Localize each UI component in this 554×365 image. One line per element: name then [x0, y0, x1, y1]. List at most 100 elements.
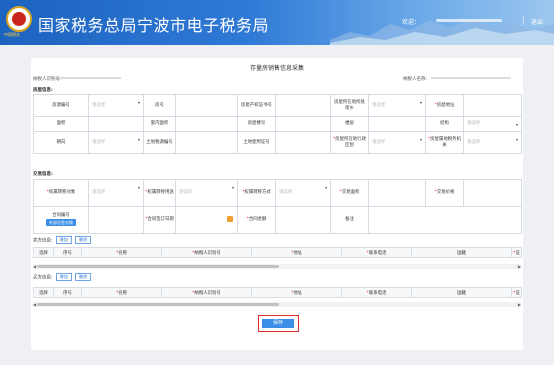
seller-delete-button[interactable]: 删除 [74, 236, 92, 244]
save-button[interactable]: 保存 [262, 319, 294, 328]
scroll-left-icon[interactable]: ◀ [33, 264, 36, 269]
buyer-scrollbar[interactable]: ◀ ▶ [33, 302, 521, 307]
transfer-object-select[interactable]: 请选择 ▾ [88, 179, 144, 207]
district-select[interactable]: 请选择 ▾ [368, 131, 426, 154]
transaction-row-1: *权属转移对象 请选择 ▾ *权属转移用途 请选择 ▾ *权属转移方式 请选择 ▾ *… [33, 179, 522, 207]
inner-area-input[interactable] [175, 116, 238, 132]
buyer-delete-button[interactable]: 删除 [74, 273, 92, 281]
buyer-col-address: *地址 [251, 287, 342, 298]
header-separator: | [522, 16, 525, 24]
seller-col-select: 选择 [33, 247, 54, 258]
seller-col-index: 序号 [53, 247, 82, 258]
house-address-input[interactable] [463, 94, 522, 117]
remark-input[interactable] [368, 206, 522, 234]
building-no-label: 房屋楼号 [237, 116, 276, 132]
buyer-col-select: 选择 [33, 287, 54, 298]
orientation-label: 朝向 [33, 131, 89, 154]
property-cert-input[interactable] [275, 94, 331, 117]
page-title: 存量房销售信息采集 [249, 65, 304, 72]
land-cert-input[interactable] [275, 131, 331, 154]
buyer-bar: 买方信息: 增加 删除 [33, 273, 92, 281]
house-row-1: 房源编号 请选择 ▾ 房号 房屋产权证书号 房屋所在地所处街乡 请选择 ▾ *房屋地… [33, 94, 522, 117]
land-source-label: 土地税源编号 [143, 131, 176, 154]
house-no-select[interactable]: 请选择 ▾ [88, 94, 144, 117]
seller-col-address: *地址 [251, 247, 342, 258]
chevron-down-icon: ▾ [137, 100, 140, 105]
house-row-3: 朝向 请选择 ▾ 土地税源编号 土地使用证号 *房屋所在地行政区划 请选择 ▾ *房… [33, 131, 522, 154]
seller-title: 卖方信息: [33, 238, 53, 244]
house-row-2: 面积 套内面积 房屋楼号 楼层 结构 请选择 ▾ [33, 116, 522, 132]
tax-emblem-icon [6, 6, 32, 32]
house-address-label: *房屋地址 [425, 94, 464, 117]
site-title: 国家税务总局宁波市电子税务局 [38, 16, 270, 35]
house-info-table: 房源编号 请选择 ▾ 房号 房屋产权证书号 房屋所在地所处街乡 请选择 ▾ *房屋地… [33, 94, 522, 154]
seller-col-name: *名称 [81, 247, 162, 258]
contract-no-input[interactable] [88, 206, 144, 234]
great-wall-image [330, 18, 554, 45]
sign-date-input[interactable] [175, 206, 238, 234]
trade-price-input[interactable] [463, 179, 522, 207]
transfer-way-select[interactable]: 请选择 ▾ [275, 179, 331, 207]
seller-col-cert: *证 [511, 247, 522, 258]
buyer-col-cert: *证 [511, 287, 522, 298]
tax-authority-select[interactable]: 请选择 ▾ [463, 131, 522, 154]
trade-area-label: *交易面积 [330, 179, 369, 207]
buyer-add-button[interactable]: 增加 [55, 273, 72, 281]
taxpayer-id-value-redacted [61, 77, 121, 79]
chevron-down-icon: ▾ [324, 185, 327, 190]
scroll-thumb[interactable] [37, 265, 279, 268]
scroll-left-icon[interactable]: ◀ [33, 302, 36, 307]
contract-amount-label: *合同金额 [237, 206, 276, 234]
transaction-info-table: *权属转移对象 请选择 ▾ *权属转移用途 请选择 ▾ *权属转移方式 请选择 ▾ *… [33, 179, 522, 234]
trade-price-label: *交易价格 [425, 179, 464, 207]
orientation-select[interactable]: 请选择 ▾ [88, 131, 144, 154]
chevron-down-icon: ▾ [515, 122, 518, 127]
buyer-header-row: 选择 序号 *名称 *纳税人识别号 *地址 *联系电话 国籍 *证 [33, 287, 522, 298]
transfer-use-select[interactable]: 请选择 ▾ [175, 179, 238, 207]
logo-caption: 中国税务 [4, 32, 20, 37]
transfer-way-label: *权属转移方式 [237, 179, 276, 207]
buyer-col-phone: *联系电话 [341, 287, 412, 298]
land-source-input[interactable] [175, 131, 238, 154]
seller-scrollbar[interactable]: ◀ ▶ [33, 264, 521, 269]
main-panel: 存量房销售信息采集 纳税人识别号: 纳税人名称: 房屋信息: 房源编号 请选择 ▾… [31, 58, 523, 350]
property-cert-label: 房屋产权证书号 [237, 94, 276, 117]
buyer-col-name: *名称 [81, 287, 162, 298]
structure-select[interactable]: 请选择 ▾ [463, 116, 522, 132]
chevron-down-icon: ▾ [419, 100, 422, 105]
street-select[interactable]: 请选择 ▾ [368, 94, 426, 117]
building-no-input[interactable] [275, 116, 331, 132]
structure-label: 结构 [425, 116, 464, 132]
seller-header-row: 选择 序号 *名称 *纳税人识别号 *地址 *联系电话 国籍 *证 [33, 247, 522, 258]
calendar-icon[interactable] [227, 216, 233, 222]
room-no-input[interactable] [175, 94, 238, 117]
buyer-title: 买方信息: [33, 275, 53, 281]
street-label: 房屋所在地所处街乡 [330, 94, 369, 117]
contract-amount-input[interactable] [275, 206, 331, 234]
buyer-col-nationality: 国籍 [411, 287, 512, 298]
chevron-down-icon: ▾ [137, 137, 140, 142]
room-no-label: 房号 [143, 94, 176, 117]
floor-label: 楼层 [330, 116, 369, 132]
area-input[interactable] [88, 116, 144, 132]
trade-area-input[interactable] [368, 179, 426, 207]
external-exchange-button[interactable]: 外部信息交换 [46, 219, 76, 226]
contract-no-cell: 合同编号 外部信息交换 [33, 206, 89, 234]
scroll-right-icon[interactable]: ▶ [518, 302, 521, 307]
logout-link[interactable]: 退出 [531, 17, 543, 26]
inner-area-label: 套内面积 [143, 116, 176, 132]
seller-add-button[interactable]: 增加 [55, 236, 72, 244]
floor-input[interactable] [368, 116, 426, 132]
scroll-thumb[interactable] [37, 303, 279, 306]
chevron-down-icon: ▾ [515, 137, 518, 142]
house-no-label: 房源编号 [33, 94, 89, 117]
area-label: 面积 [33, 116, 89, 132]
scroll-right-icon[interactable]: ▶ [518, 264, 521, 269]
chevron-down-icon: ▾ [231, 185, 234, 190]
transaction-row-2: 合同编号 外部信息交换 *合同签订日期 *合同金额 备注 [33, 206, 522, 234]
house-section-title: 房屋信息: [33, 88, 53, 93]
land-cert-label: 土地使用证号 [237, 131, 276, 154]
seller-bar: 卖方信息: 增加 删除 [33, 236, 92, 244]
save-highlight-box: 保存 [258, 315, 299, 332]
taxpayer-id-label: 纳税人识别号: [33, 77, 62, 82]
